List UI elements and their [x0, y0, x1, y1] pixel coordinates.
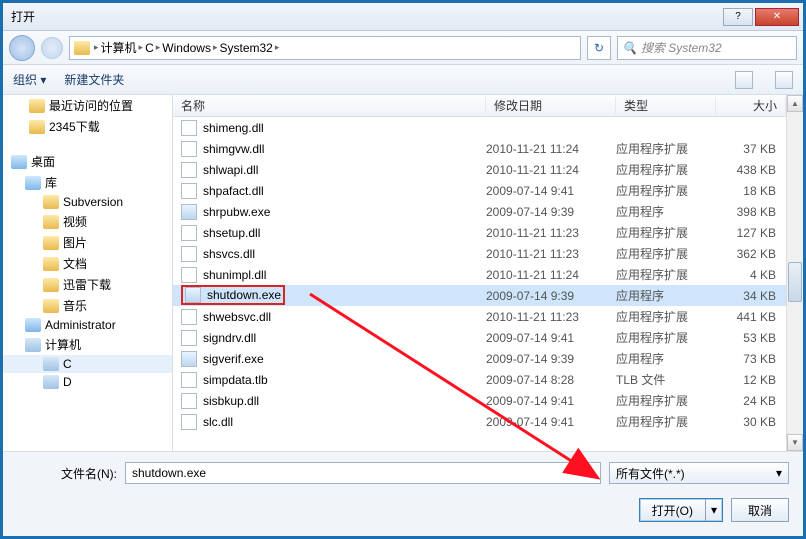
file-icon: [181, 204, 197, 220]
file-row[interactable]: shsvcs.dll2010-11-21 11:23应用程序扩展362 KB: [173, 243, 786, 264]
crumb-c[interactable]: C: [145, 41, 154, 55]
file-row[interactable]: shlwapi.dll2010-11-21 11:24应用程序扩展438 KB: [173, 159, 786, 180]
file-row[interactable]: shwebsvc.dll2010-11-21 11:23应用程序扩展441 KB: [173, 306, 786, 327]
filename-label: 文件名(N):: [17, 465, 117, 482]
tree-drive-c[interactable]: C: [63, 357, 72, 371]
file-icon: [181, 393, 197, 409]
file-icon: [181, 309, 197, 325]
open-button[interactable]: 打开(O) ▾: [639, 498, 723, 522]
file-icon: [181, 141, 197, 157]
file-row[interactable]: shimgvw.dll2010-11-21 11:24应用程序扩展37 KB: [173, 138, 786, 159]
file-icon: [181, 162, 197, 178]
file-icon: [181, 351, 197, 367]
folder-icon: [43, 236, 59, 250]
nav-tree[interactable]: 最近访问的位置 2345下载 桌面 库 Subversion视频图片文档迅雷下载…: [3, 95, 173, 451]
help-button[interactable]: ?: [723, 8, 753, 26]
folder-icon: [43, 278, 59, 292]
col-type[interactable]: 类型: [616, 97, 716, 114]
tree-admin[interactable]: Administrator: [45, 318, 116, 332]
cancel-button[interactable]: 取消: [731, 498, 789, 522]
folder-icon: [74, 41, 90, 55]
close-button[interactable]: ✕: [755, 8, 799, 26]
filetype-filter[interactable]: 所有文件(*.*) ▾: [609, 462, 789, 484]
file-icon: [185, 287, 201, 303]
view-options-button[interactable]: [735, 71, 753, 89]
scroll-up-button[interactable]: ▲: [787, 95, 803, 112]
organize-menu[interactable]: 组织 ▾: [13, 71, 46, 88]
crumb-windows[interactable]: Windows: [162, 41, 211, 55]
file-row[interactable]: shrpubw.exe2009-07-14 9:39应用程序398 KB: [173, 201, 786, 222]
tree-computer[interactable]: 计算机: [45, 336, 81, 353]
tree-lib-item[interactable]: 视频: [3, 211, 172, 232]
file-row[interactable]: signdrv.dll2009-07-14 9:41应用程序扩展53 KB: [173, 327, 786, 348]
scroll-thumb[interactable]: [788, 262, 802, 302]
user-icon: [25, 318, 41, 332]
desktop-icon: [11, 155, 27, 169]
nav-forward-button[interactable]: [41, 37, 63, 59]
crumb-system32[interactable]: System32: [220, 41, 273, 55]
tree-recent[interactable]: 最近访问的位置: [49, 97, 133, 114]
folder-icon: [29, 120, 45, 134]
folder-icon: [43, 299, 59, 313]
search-icon: 🔍: [622, 41, 637, 55]
file-row[interactable]: shunimpl.dll2010-11-21 11:24应用程序扩展4 KB: [173, 264, 786, 285]
library-icon: [25, 176, 41, 190]
nav-back-button[interactable]: [9, 35, 35, 61]
file-row[interactable]: sigverif.exe2009-07-14 9:39应用程序73 KB: [173, 348, 786, 369]
search-placeholder: 搜索 System32: [641, 39, 722, 56]
crumb-computer[interactable]: 计算机: [101, 39, 137, 56]
file-icon: [181, 225, 197, 241]
refresh-button[interactable]: ↻: [587, 36, 611, 60]
col-date[interactable]: 修改日期: [486, 97, 616, 114]
col-size[interactable]: 大小: [716, 97, 786, 114]
file-icon: [181, 120, 197, 136]
file-icon: [181, 267, 197, 283]
file-icon: [181, 414, 197, 430]
computer-icon: [25, 338, 41, 352]
file-row[interactable]: shpafact.dll2009-07-14 9:41应用程序扩展18 KB: [173, 180, 786, 201]
file-icon: [181, 372, 197, 388]
drive-icon: [43, 375, 59, 389]
scrollbar[interactable]: ▲ ▼: [786, 95, 803, 451]
filename-input[interactable]: [125, 462, 601, 484]
breadcrumb[interactable]: ▸ 计算机 ▸ C ▸ Windows ▸ System32 ▸: [69, 36, 581, 60]
search-input[interactable]: 🔍 搜索 System32: [617, 36, 797, 60]
file-row[interactable]: slc.dll2009-07-14 9:41应用程序扩展30 KB: [173, 411, 786, 432]
tree-lib-item[interactable]: Subversion: [3, 193, 172, 211]
tree-libraries[interactable]: 库: [45, 174, 57, 191]
tree-2345[interactable]: 2345下载: [49, 118, 100, 135]
file-icon: [181, 183, 197, 199]
new-folder-button[interactable]: 新建文件夹: [64, 71, 124, 88]
col-name[interactable]: 名称: [173, 97, 486, 114]
folder-icon: [43, 257, 59, 271]
file-row[interactable]: shsetup.dll2010-11-21 11:23应用程序扩展127 KB: [173, 222, 786, 243]
tree-drive-d[interactable]: D: [63, 375, 72, 389]
file-icon: [181, 330, 197, 346]
folder-icon: [43, 215, 59, 229]
folder-icon: [29, 99, 45, 113]
help-icon-button[interactable]: [775, 71, 793, 89]
file-row[interactable]: shimeng.dll: [173, 117, 786, 138]
scroll-down-button[interactable]: ▼: [787, 434, 803, 451]
chevron-down-icon: ▾: [776, 466, 782, 480]
tree-lib-item[interactable]: 图片: [3, 232, 172, 253]
file-row[interactable]: sisbkup.dll2009-07-14 9:41应用程序扩展24 KB: [173, 390, 786, 411]
tree-lib-item[interactable]: 文档: [3, 253, 172, 274]
folder-icon: [43, 195, 59, 209]
file-icon: [181, 246, 197, 262]
file-row[interactable]: simpdata.tlb2009-07-14 8:28TLB 文件12 KB: [173, 369, 786, 390]
tree-lib-item[interactable]: 音乐: [3, 295, 172, 316]
file-row[interactable]: shutdown.exe2009-07-14 9:39应用程序34 KB: [173, 285, 786, 306]
drive-icon: [43, 357, 59, 371]
tree-lib-item[interactable]: 迅雷下载: [3, 274, 172, 295]
open-button-label: 打开(O): [640, 499, 706, 521]
open-dropdown[interactable]: ▾: [706, 503, 722, 517]
window-title: 打开: [7, 8, 721, 25]
filter-label: 所有文件(*.*): [616, 465, 685, 482]
tree-desktop[interactable]: 桌面: [31, 153, 55, 170]
